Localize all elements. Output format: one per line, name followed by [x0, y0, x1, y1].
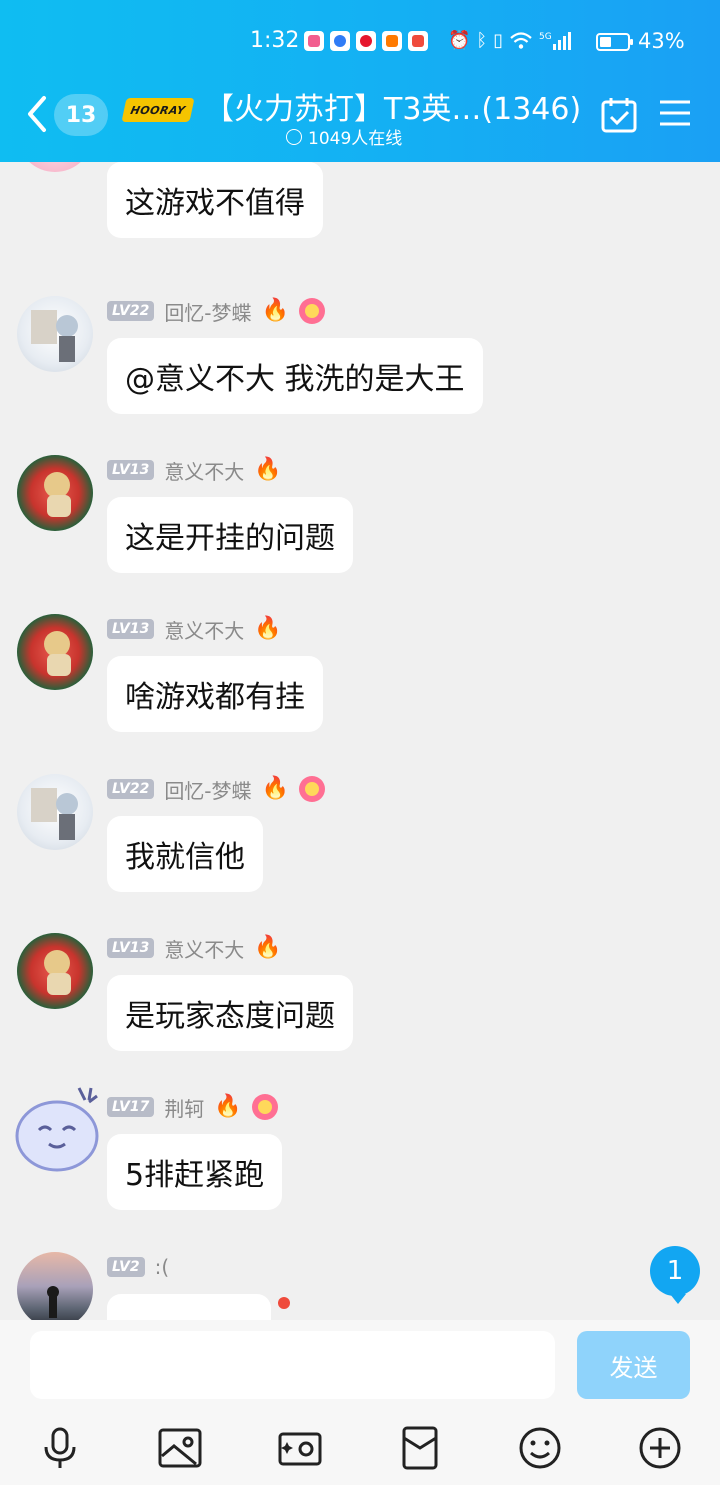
- message-bubble[interactable]: 5排赶紧跑: [107, 1134, 283, 1210]
- message-meta: LV2 :(: [107, 1252, 169, 1282]
- avatar[interactable]: [17, 614, 93, 690]
- calendar-check-icon[interactable]: [600, 96, 638, 134]
- emoji-icon[interactable]: [518, 1426, 562, 1470]
- level-badge: LV2: [107, 1257, 145, 1277]
- message-bubble[interactable]: [107, 1294, 271, 1320]
- bilibili-icon: [304, 31, 324, 51]
- username[interactable]: 意义不大: [164, 456, 244, 485]
- status-bar: 1:32 ⏰ ᛒ ▯ 5G 43%: [0, 0, 720, 84]
- message-list[interactable]: 这游戏不值得 LV22 回忆-梦蝶 🔥 @意义不大 我洗的是大王 LV13 意义…: [0, 162, 720, 1320]
- input-bar: 发送: [0, 1320, 720, 1408]
- level-badge: LV13: [107, 938, 155, 958]
- username[interactable]: 意义不大: [164, 615, 244, 644]
- menu-icon[interactable]: [658, 98, 692, 128]
- message-bubble[interactable]: 这游戏不值得: [107, 162, 323, 238]
- message-meta: LV13 意义不大 🔥: [107, 455, 282, 485]
- level-badge: LV22: [107, 779, 155, 799]
- browser-icon: [330, 31, 350, 51]
- chevron-down-icon: [286, 128, 302, 145]
- avatar[interactable]: [17, 1252, 93, 1320]
- message-meta: LV13 意义不大 🔥: [107, 933, 282, 963]
- avatar[interactable]: [17, 455, 93, 531]
- group-title[interactable]: 【火力苏打】T3英…(1346): [204, 84, 581, 128]
- system-icons: ⏰ ᛒ ▯ 5G: [448, 29, 573, 53]
- camera-icon[interactable]: [278, 1426, 322, 1470]
- svg-text:5G: 5G: [539, 32, 552, 42]
- message-meta: LV17 荆轲 🔥: [107, 1092, 278, 1122]
- message-bubble[interactable]: 我就信他: [107, 816, 263, 892]
- level-badge: LV22: [107, 301, 155, 321]
- level-badge: LV17: [107, 1097, 155, 1117]
- avatar[interactable]: [5, 1078, 105, 1178]
- avatar[interactable]: [17, 933, 93, 1009]
- username[interactable]: 荆轲: [164, 1093, 204, 1122]
- message-bubble[interactable]: 这是开挂的问题: [107, 497, 353, 573]
- message-meta: LV13 意义不大 🔥: [107, 614, 282, 644]
- red-packet-icon[interactable]: [398, 1426, 442, 1470]
- app-icon: [408, 31, 428, 51]
- vibrate-icon: ▯: [493, 30, 504, 51]
- fire-icon: 🔥: [254, 616, 282, 641]
- battery-icon: [596, 33, 633, 51]
- fire-icon: 🔥: [261, 776, 289, 801]
- back-arrow-icon[interactable]: [22, 94, 52, 134]
- flower-icon: [298, 776, 325, 802]
- username[interactable]: 回忆-梦蝶: [164, 775, 251, 804]
- online-count[interactable]: 1049人在线: [286, 124, 402, 149]
- flower-icon: [298, 298, 325, 324]
- video-icon: [382, 31, 402, 51]
- 5g-signal-icon: 5G: [539, 32, 572, 50]
- username[interactable]: 回忆-梦蝶: [164, 297, 251, 326]
- microphone-icon[interactable]: [38, 1426, 82, 1470]
- status-time: 1:32: [250, 28, 300, 53]
- battery-percent: 43%: [638, 29, 685, 53]
- image-icon[interactable]: [158, 1426, 202, 1470]
- avatar[interactable]: [17, 162, 93, 172]
- flower-icon: [251, 1094, 278, 1120]
- message-input[interactable]: [30, 1331, 555, 1399]
- message-meta: LV22 回忆-梦蝶 🔥: [107, 296, 325, 326]
- weibo-icon: [356, 31, 376, 51]
- username[interactable]: :(: [155, 1255, 170, 1279]
- fire-icon: 🔥: [214, 1094, 242, 1119]
- unread-count-badge[interactable]: 13: [54, 94, 108, 136]
- top-bar: 1:32 ⏰ ᛒ ▯ 5G 43% 13 HOORAY 【火力苏打】T3英…(1…: [0, 0, 720, 162]
- wifi-icon: [510, 32, 532, 49]
- input-toolbar: [0, 1408, 720, 1485]
- avatar[interactable]: [17, 296, 93, 372]
- message-bubble[interactable]: @意义不大 我洗的是大王: [107, 338, 483, 414]
- level-badge: LV13: [107, 460, 155, 480]
- message-bubble[interactable]: 啥游戏都有挂: [107, 656, 323, 732]
- avatar[interactable]: [17, 774, 93, 850]
- message-bubble[interactable]: 是玩家态度问题: [107, 975, 353, 1051]
- username[interactable]: 意义不大: [164, 934, 244, 963]
- fire-icon: 🔥: [254, 457, 282, 482]
- message-meta: LV22 回忆-梦蝶 🔥: [107, 774, 325, 804]
- group-logo: HOORAY: [121, 98, 195, 122]
- plus-icon[interactable]: [638, 1426, 682, 1470]
- notification-icons: [304, 31, 428, 51]
- new-message-badge[interactable]: 1: [650, 1246, 700, 1304]
- fire-icon: 🔥: [254, 935, 282, 960]
- bluetooth-icon: ᛒ: [476, 30, 488, 51]
- send-button[interactable]: 发送: [577, 1331, 690, 1399]
- alarm-icon: ⏰: [448, 30, 471, 51]
- level-badge: LV13: [107, 619, 155, 639]
- unread-dot: [278, 1297, 290, 1309]
- chat-header: 13 HOORAY 【火力苏打】T3英…(1346) 1049人在线: [0, 84, 720, 162]
- fire-icon: 🔥: [261, 298, 289, 323]
